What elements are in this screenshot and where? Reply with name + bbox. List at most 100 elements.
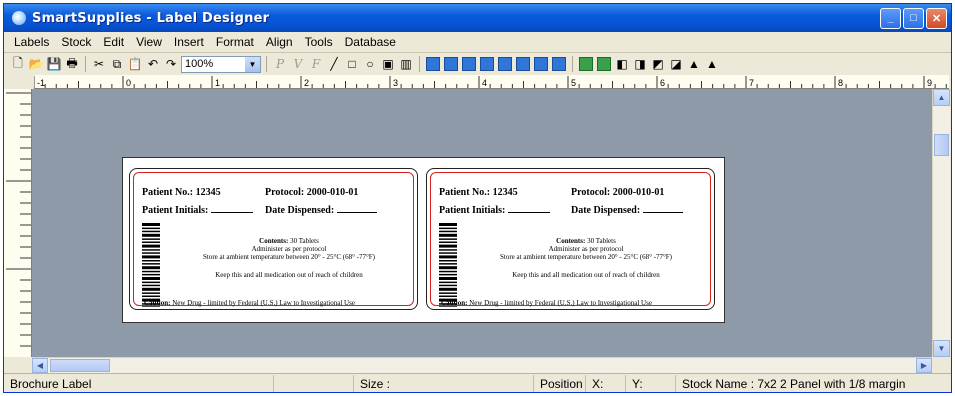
date-dispensed-label: Date Dispensed: (265, 205, 335, 216)
date-dispensed[interactable]: Date Dispensed: (571, 205, 683, 216)
distribute-horizontal-icon[interactable] (533, 56, 549, 72)
image-tool-icon[interactable]: ▣ (380, 56, 396, 72)
caution-text[interactable]: Caution: New Drug - limited by Federal (… (441, 299, 652, 307)
align-bottom-icon[interactable] (515, 56, 531, 72)
undo-icon[interactable]: ↶ (145, 56, 161, 72)
group-icon[interactable] (578, 56, 594, 72)
caution-title: Caution: (144, 299, 171, 307)
cut-icon[interactable]: ✂ (91, 56, 107, 72)
barcode-bar (142, 227, 160, 230)
menu-tools[interactable]: Tools (299, 35, 339, 49)
barcode-bar (439, 223, 457, 226)
paste-icon[interactable]: 📋 (127, 56, 143, 72)
barcode-image[interactable] (439, 223, 457, 307)
menu-view[interactable]: View (130, 35, 168, 49)
new-icon[interactable]: 🗋 (10, 56, 26, 72)
administer-text: Administer as per protocol (548, 245, 624, 253)
zoom-select[interactable]: 100% ▼ (181, 55, 261, 73)
align-left-icon[interactable] (425, 56, 441, 72)
menu-stock[interactable]: Stock (55, 35, 97, 49)
bring-forward-icon[interactable]: ◩ (650, 56, 666, 72)
protocol[interactable]: Protocol: 2000-010-01 (571, 187, 664, 198)
horizontal-scroll-thumb[interactable] (50, 359, 110, 372)
contents-block[interactable]: Contents: 30 Tablets Administer as per p… (164, 237, 414, 261)
barcode-bar (439, 270, 457, 273)
ruler-label: 8 (838, 78, 843, 88)
vertical-scrollbar[interactable]: ▲ ▼ (932, 89, 950, 357)
patient-no[interactable]: Patient No.: 12345 (439, 187, 518, 198)
barcode-bar (142, 255, 160, 259)
redo-icon[interactable]: ↷ (163, 56, 179, 72)
ellipse-tool-icon[interactable]: ○ (362, 56, 378, 72)
patient-no[interactable]: Patient No.: 12345 (142, 187, 221, 198)
close-button[interactable]: ✕ (926, 7, 947, 29)
move-down-icon[interactable]: ▲ (704, 56, 720, 72)
label-panel-2[interactable]: Patient No.: 12345 Protocol: 2000-010-01… (426, 168, 715, 310)
move-up-icon[interactable]: ▲ (686, 56, 702, 72)
barcode-image[interactable] (142, 223, 160, 307)
menu-labels[interactable]: Labels (8, 35, 55, 49)
app-icon (12, 11, 26, 25)
send-backward-icon[interactable]: ◪ (668, 56, 684, 72)
minimize-button[interactable]: _ (880, 7, 901, 29)
scroll-left-icon[interactable]: ◀ (32, 358, 48, 373)
menu-edit[interactable]: Edit (97, 35, 130, 49)
send-back-icon[interactable]: ◨ (632, 56, 648, 72)
menu-insert[interactable]: Insert (168, 35, 210, 49)
ruler-label: 1 (215, 78, 220, 88)
text-tool-icon[interactable]: P (272, 56, 288, 72)
print-icon[interactable]: 🖶 (64, 56, 80, 72)
initials-label: Patient Initials: (142, 205, 209, 216)
title-bar[interactable]: SmartSupplies - Label Designer _ □ ✕ (4, 4, 951, 32)
barcode-bar (439, 287, 457, 291)
protocol[interactable]: Protocol: 2000-010-01 (265, 187, 358, 198)
vertical-scroll-thumb[interactable] (934, 134, 949, 156)
copy-icon[interactable]: ⧉ (109, 56, 125, 72)
barcode-tool-icon[interactable]: ▥ (398, 56, 414, 72)
barcode-bar (439, 249, 457, 251)
scroll-down-icon[interactable]: ▼ (933, 340, 950, 357)
keep-text[interactable]: Keep this and all medication out of reac… (461, 271, 711, 279)
window-title: SmartSupplies - Label Designer (32, 10, 270, 26)
barcode-bar (439, 238, 457, 240)
scroll-up-icon[interactable]: ▲ (933, 89, 950, 106)
scroll-right-icon[interactable]: ▶ (916, 358, 932, 373)
caution-text[interactable]: Caution: New Drug - limited by Federal (… (144, 299, 355, 307)
rectangle-tool-icon[interactable]: □ (344, 56, 360, 72)
barcode-bar (142, 244, 160, 248)
line-tool-icon[interactable]: ╱ (326, 56, 342, 72)
save-icon[interactable]: 💾 (46, 56, 62, 72)
menu-align[interactable]: Align (260, 35, 299, 49)
maximize-button[interactable]: □ (903, 7, 924, 29)
design-canvas[interactable]: Patient No.: 12345 Protocol: 2000-010-01… (32, 89, 932, 357)
patient-initials[interactable]: Patient Initials: (439, 205, 550, 216)
barcode-bar (142, 223, 160, 226)
barcode-bar (439, 244, 457, 248)
distribute-vertical-icon[interactable] (551, 56, 567, 72)
keep-text[interactable]: Keep this and all medication out of reac… (164, 271, 414, 279)
date-dispensed[interactable]: Date Dispensed: (265, 205, 377, 216)
bring-front-icon[interactable]: ◧ (614, 56, 630, 72)
label-panel-1[interactable]: Patient No.: 12345 Protocol: 2000-010-01… (129, 168, 418, 310)
align-middle-icon[interactable] (497, 56, 513, 72)
barcode-bar (439, 295, 457, 297)
menu-format[interactable]: Format (210, 35, 260, 49)
menu-database[interactable]: Database (339, 35, 402, 49)
barcode-bar (439, 260, 457, 262)
store-text: Store at ambient temperature between 20°… (500, 253, 672, 261)
ungroup-icon[interactable] (596, 56, 612, 72)
status-y: Y: (626, 375, 676, 392)
open-icon[interactable]: 📂 (28, 56, 44, 72)
patient-initials[interactable]: Patient Initials: (142, 205, 253, 216)
align-right-icon[interactable] (461, 56, 477, 72)
contents-block[interactable]: Contents: 30 Tablets Administer as per p… (461, 237, 711, 261)
barcode-bar (142, 295, 160, 297)
align-center-icon[interactable] (443, 56, 459, 72)
horizontal-scrollbar[interactable]: ◀ ▶ (32, 357, 932, 373)
barcode-bar (142, 284, 160, 287)
formula-text-icon[interactable]: F (308, 56, 324, 72)
zoom-value: 100% (185, 58, 214, 70)
align-top-icon[interactable] (479, 56, 495, 72)
vertical-text-icon[interactable]: V (290, 56, 306, 72)
chevron-down-icon[interactable]: ▼ (245, 56, 260, 72)
